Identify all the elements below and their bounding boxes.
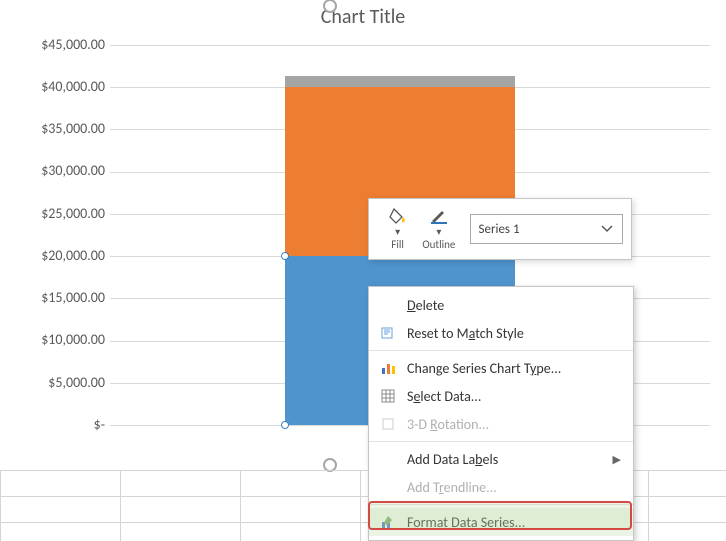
chevron-down-icon bbox=[600, 224, 614, 234]
selection-handle-icon[interactable] bbox=[281, 421, 289, 429]
y-axis-tick: $40,000.00 bbox=[20, 80, 105, 94]
y-axis-tick: $10,000.00 bbox=[20, 333, 105, 347]
menu-format-data-series[interactable]: Format Data Series... bbox=[369, 508, 633, 536]
format-series-icon bbox=[377, 513, 399, 531]
sheet-gridline bbox=[120, 470, 121, 541]
sheet-gridline bbox=[240, 470, 241, 541]
menu-add-trendline: Add Trendline... bbox=[369, 473, 633, 501]
y-axis-tick: $5,000.00 bbox=[20, 376, 105, 390]
menu-add-data-labels[interactable]: Add Data Labels ▶ bbox=[369, 445, 633, 473]
screenshot-canvas: Chart Title $45,000.00 $40,000.00 $35,00… bbox=[0, 0, 726, 541]
select-data-icon bbox=[377, 387, 399, 405]
series-dropdown[interactable]: Series 1 bbox=[470, 214, 624, 244]
menu-3d-rotation: 3-D Rotation... bbox=[369, 410, 633, 438]
y-axis-tick: $15,000.00 bbox=[20, 291, 105, 305]
sheet-gridline bbox=[648, 470, 649, 541]
y-axis-tick: $- bbox=[20, 418, 105, 432]
y-axis-tick: $35,000.00 bbox=[20, 122, 105, 136]
series3-segment[interactable] bbox=[285, 76, 515, 87]
y-axis-tick: $25,000.00 bbox=[20, 207, 105, 221]
menu-change-chart-type[interactable]: Change Series Chart Type... bbox=[369, 354, 633, 382]
mini-format-toolbar: ▾ Fill ▾ Outline Series 1 bbox=[368, 198, 632, 260]
rotation-3d-icon bbox=[377, 415, 399, 433]
series-dropdown-value: Series 1 bbox=[479, 222, 520, 237]
menu-select-data[interactable]: Select Data... bbox=[369, 382, 633, 410]
outline-label: Outline bbox=[422, 238, 455, 251]
menu-reset-style[interactable]: Reset to Match Style bbox=[369, 319, 633, 347]
sheet-gridline bbox=[360, 470, 361, 541]
menu-delete[interactable]: Delete bbox=[369, 291, 633, 319]
y-axis-tick: $45,000.00 bbox=[20, 38, 105, 52]
chart-type-icon bbox=[377, 359, 399, 377]
submenu-arrow-icon: ▶ bbox=[613, 453, 621, 466]
chart-title[interactable]: Chart Title bbox=[0, 5, 726, 29]
fill-label: Fill bbox=[391, 238, 404, 251]
y-axis-tick: $20,000.00 bbox=[20, 249, 105, 263]
fill-button[interactable]: ▾ Fill bbox=[377, 207, 418, 251]
sheet-gridline bbox=[0, 470, 1, 541]
fill-bucket-icon bbox=[388, 207, 408, 225]
y-axis-tick: $30,000.00 bbox=[20, 164, 105, 178]
series-context-menu: Delete Reset to Match Style Change Serie… bbox=[368, 286, 634, 541]
outline-button[interactable]: ▾ Outline bbox=[418, 207, 459, 251]
reset-style-icon bbox=[377, 324, 399, 342]
pen-outline-icon bbox=[429, 207, 449, 225]
